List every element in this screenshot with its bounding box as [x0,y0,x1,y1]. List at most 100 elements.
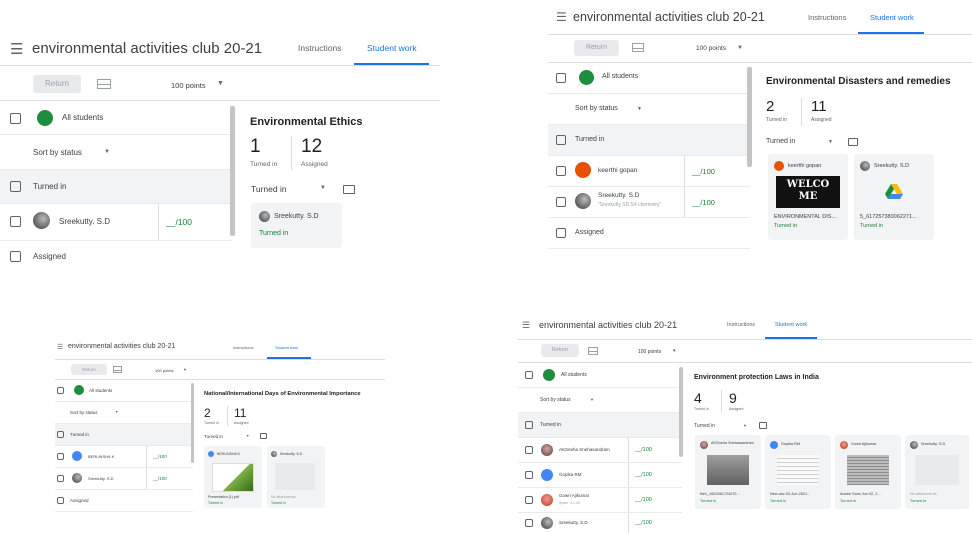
scrollbar[interactable] [191,383,194,463]
return-button[interactable]: Return [541,344,579,357]
checkbox[interactable] [57,497,64,504]
student-name: Gowri Ajikumar [559,493,590,498]
tab-student-work[interactable]: Student work [775,322,807,328]
student-row[interactable]: Gowri Ajikumar Spam: 4.1.49 __/100 [518,488,682,513]
filter-select[interactable]: Turned in [204,434,223,439]
student-row[interactable]: BERLINSHA K __/100 [55,446,193,468]
email-icon[interactable] [588,347,598,355]
sort-select[interactable]: Sort by status [33,148,82,157]
submission-card[interactable]: Sreekutty. S.D No attachments Turned in [905,435,969,509]
student-row[interactable]: Sreekutty. S.D __/100 [55,468,193,490]
scrollbar[interactable] [230,106,235,236]
folder-icon[interactable] [343,185,355,194]
points-select[interactable]: 100 points [638,349,661,355]
tab-instructions[interactable]: Instructions [808,13,846,22]
checkbox[interactable] [10,251,21,262]
menu-icon[interactable]: ☰ [522,320,530,331]
chevron-down-icon[interactable]: ▼ [217,80,224,87]
submission-card[interactable]: Sreekutty. S.D 5_617257380062271... Turn… [854,154,934,240]
email-icon[interactable] [632,43,644,52]
checkbox[interactable] [57,431,64,438]
submission-card[interactable]: Gopika RM New doc 02-Jun-2021... Turned … [765,435,831,509]
submission-card[interactable]: keerthi gopan WELCO ME ENVIRONMENTAL DIS… [768,154,848,240]
submission-card[interactable]: Sreekutty. S.D Turned in [251,203,342,248]
tab-instructions[interactable]: Instructions [727,322,755,328]
checkbox[interactable] [556,166,566,176]
filter-select[interactable]: Turned in [766,138,795,145]
email-icon[interactable] [97,79,111,89]
grade-field[interactable]: __/100 [635,472,652,478]
chevron-down-icon[interactable]: ▼ [246,434,249,438]
checkbox[interactable] [10,181,21,192]
chevron-down-icon[interactable]: ▼ [183,367,187,372]
student-row[interactable]: Sreekutty. S.D __/100 [518,513,682,533]
chevron-down-icon[interactable]: ▼ [115,410,118,414]
grade-field[interactable]: __/100 [692,198,715,207]
folder-icon[interactable] [260,433,267,439]
checkbox[interactable] [556,135,566,145]
scrollbar[interactable] [747,67,752,167]
grade-field[interactable]: __/100 [153,476,167,481]
checkbox[interactable] [525,471,533,479]
menu-icon[interactable]: ☰ [57,343,63,351]
return-button[interactable]: Return [574,40,619,56]
sort-select[interactable]: Sort by status [575,105,618,112]
tab-student-work[interactable]: Student work [275,345,298,350]
student-row[interactable]: Sreekutty. S.D __/100 [0,204,232,241]
checkbox[interactable] [556,197,566,207]
tab-instructions[interactable]: Instructions [298,43,341,53]
folder-icon[interactable] [759,422,767,429]
chevron-down-icon[interactable]: ▼ [672,348,676,353]
checkbox[interactable] [525,519,533,527]
checkbox[interactable] [525,421,533,429]
tab-student-work[interactable]: Student work [367,43,417,53]
filter-select[interactable]: Turned in [694,423,715,429]
tab-student-work[interactable]: Student work [870,13,914,22]
menu-icon[interactable]: ☰ [10,40,23,58]
menu-icon[interactable]: ☰ [556,10,567,24]
tab-instructions[interactable]: Instructions [233,345,253,350]
checkbox[interactable] [57,387,64,394]
return-button[interactable]: Return [33,75,81,93]
email-icon[interactable] [113,366,122,373]
points-select[interactable]: 100 points [696,45,726,52]
checkbox[interactable] [57,453,64,460]
folder-icon[interactable] [848,138,858,146]
chevron-down-icon[interactable]: ▼ [743,423,747,428]
points-select[interactable]: 100 points [155,368,173,373]
sort-select[interactable]: Sort by status [70,410,98,415]
scrollbar[interactable] [679,367,683,457]
submission-card[interactable]: Sreekutty. S.D No attachments Turned in [267,446,325,508]
submission-card[interactable]: BERLINSHA K Presentation (1).pdf Turned … [204,446,262,508]
chevron-down-icon[interactable]: ▼ [737,45,743,51]
chevron-down-icon[interactable]: ▼ [104,149,110,155]
filter-select[interactable]: Turned in [251,184,287,194]
checkbox[interactable] [10,113,21,124]
grade-field[interactable]: __/100 [635,447,652,453]
student-row[interactable]: Gopika RM __/100 [518,463,682,488]
grade-field[interactable]: __/100 [635,497,652,503]
student-row[interactable]: Sreekutty. S.D "Sreekutty SD S4 chemistr… [548,187,750,218]
return-button[interactable]: Return [71,364,107,375]
checkbox[interactable] [525,446,533,454]
checkbox[interactable] [556,228,566,238]
grade-field[interactable]: __/100 [166,217,192,227]
checkbox[interactable] [556,73,566,83]
chevron-down-icon[interactable]: ▼ [828,139,833,145]
grade-field[interactable]: __/100 [153,454,167,459]
checkbox[interactable] [57,475,64,482]
student-row[interactable]: keerthi gopan __/100 [548,156,750,187]
sort-select[interactable]: Sort by status [540,397,571,403]
checkbox[interactable] [525,496,533,504]
grade-field[interactable]: __/100 [635,520,652,526]
checkbox[interactable] [525,371,533,379]
checkbox[interactable] [10,216,21,227]
chevron-down-icon[interactable]: ▼ [590,397,594,402]
submission-card[interactable]: Gowri Ajikumar Adobe Scan Jun 02, 2... T… [835,435,901,509]
points-select[interactable]: 100 points [171,81,206,90]
chevron-down-icon[interactable]: ▼ [637,106,642,112]
submission-card[interactable]: AKSneha Snehasandram file1_1622561724075… [695,435,761,509]
chevron-down-icon[interactable]: ▼ [320,185,326,191]
student-row[interactable]: AKSneha Snehasandram __/100 [518,438,682,463]
grade-field[interactable]: __/100 [692,167,715,176]
